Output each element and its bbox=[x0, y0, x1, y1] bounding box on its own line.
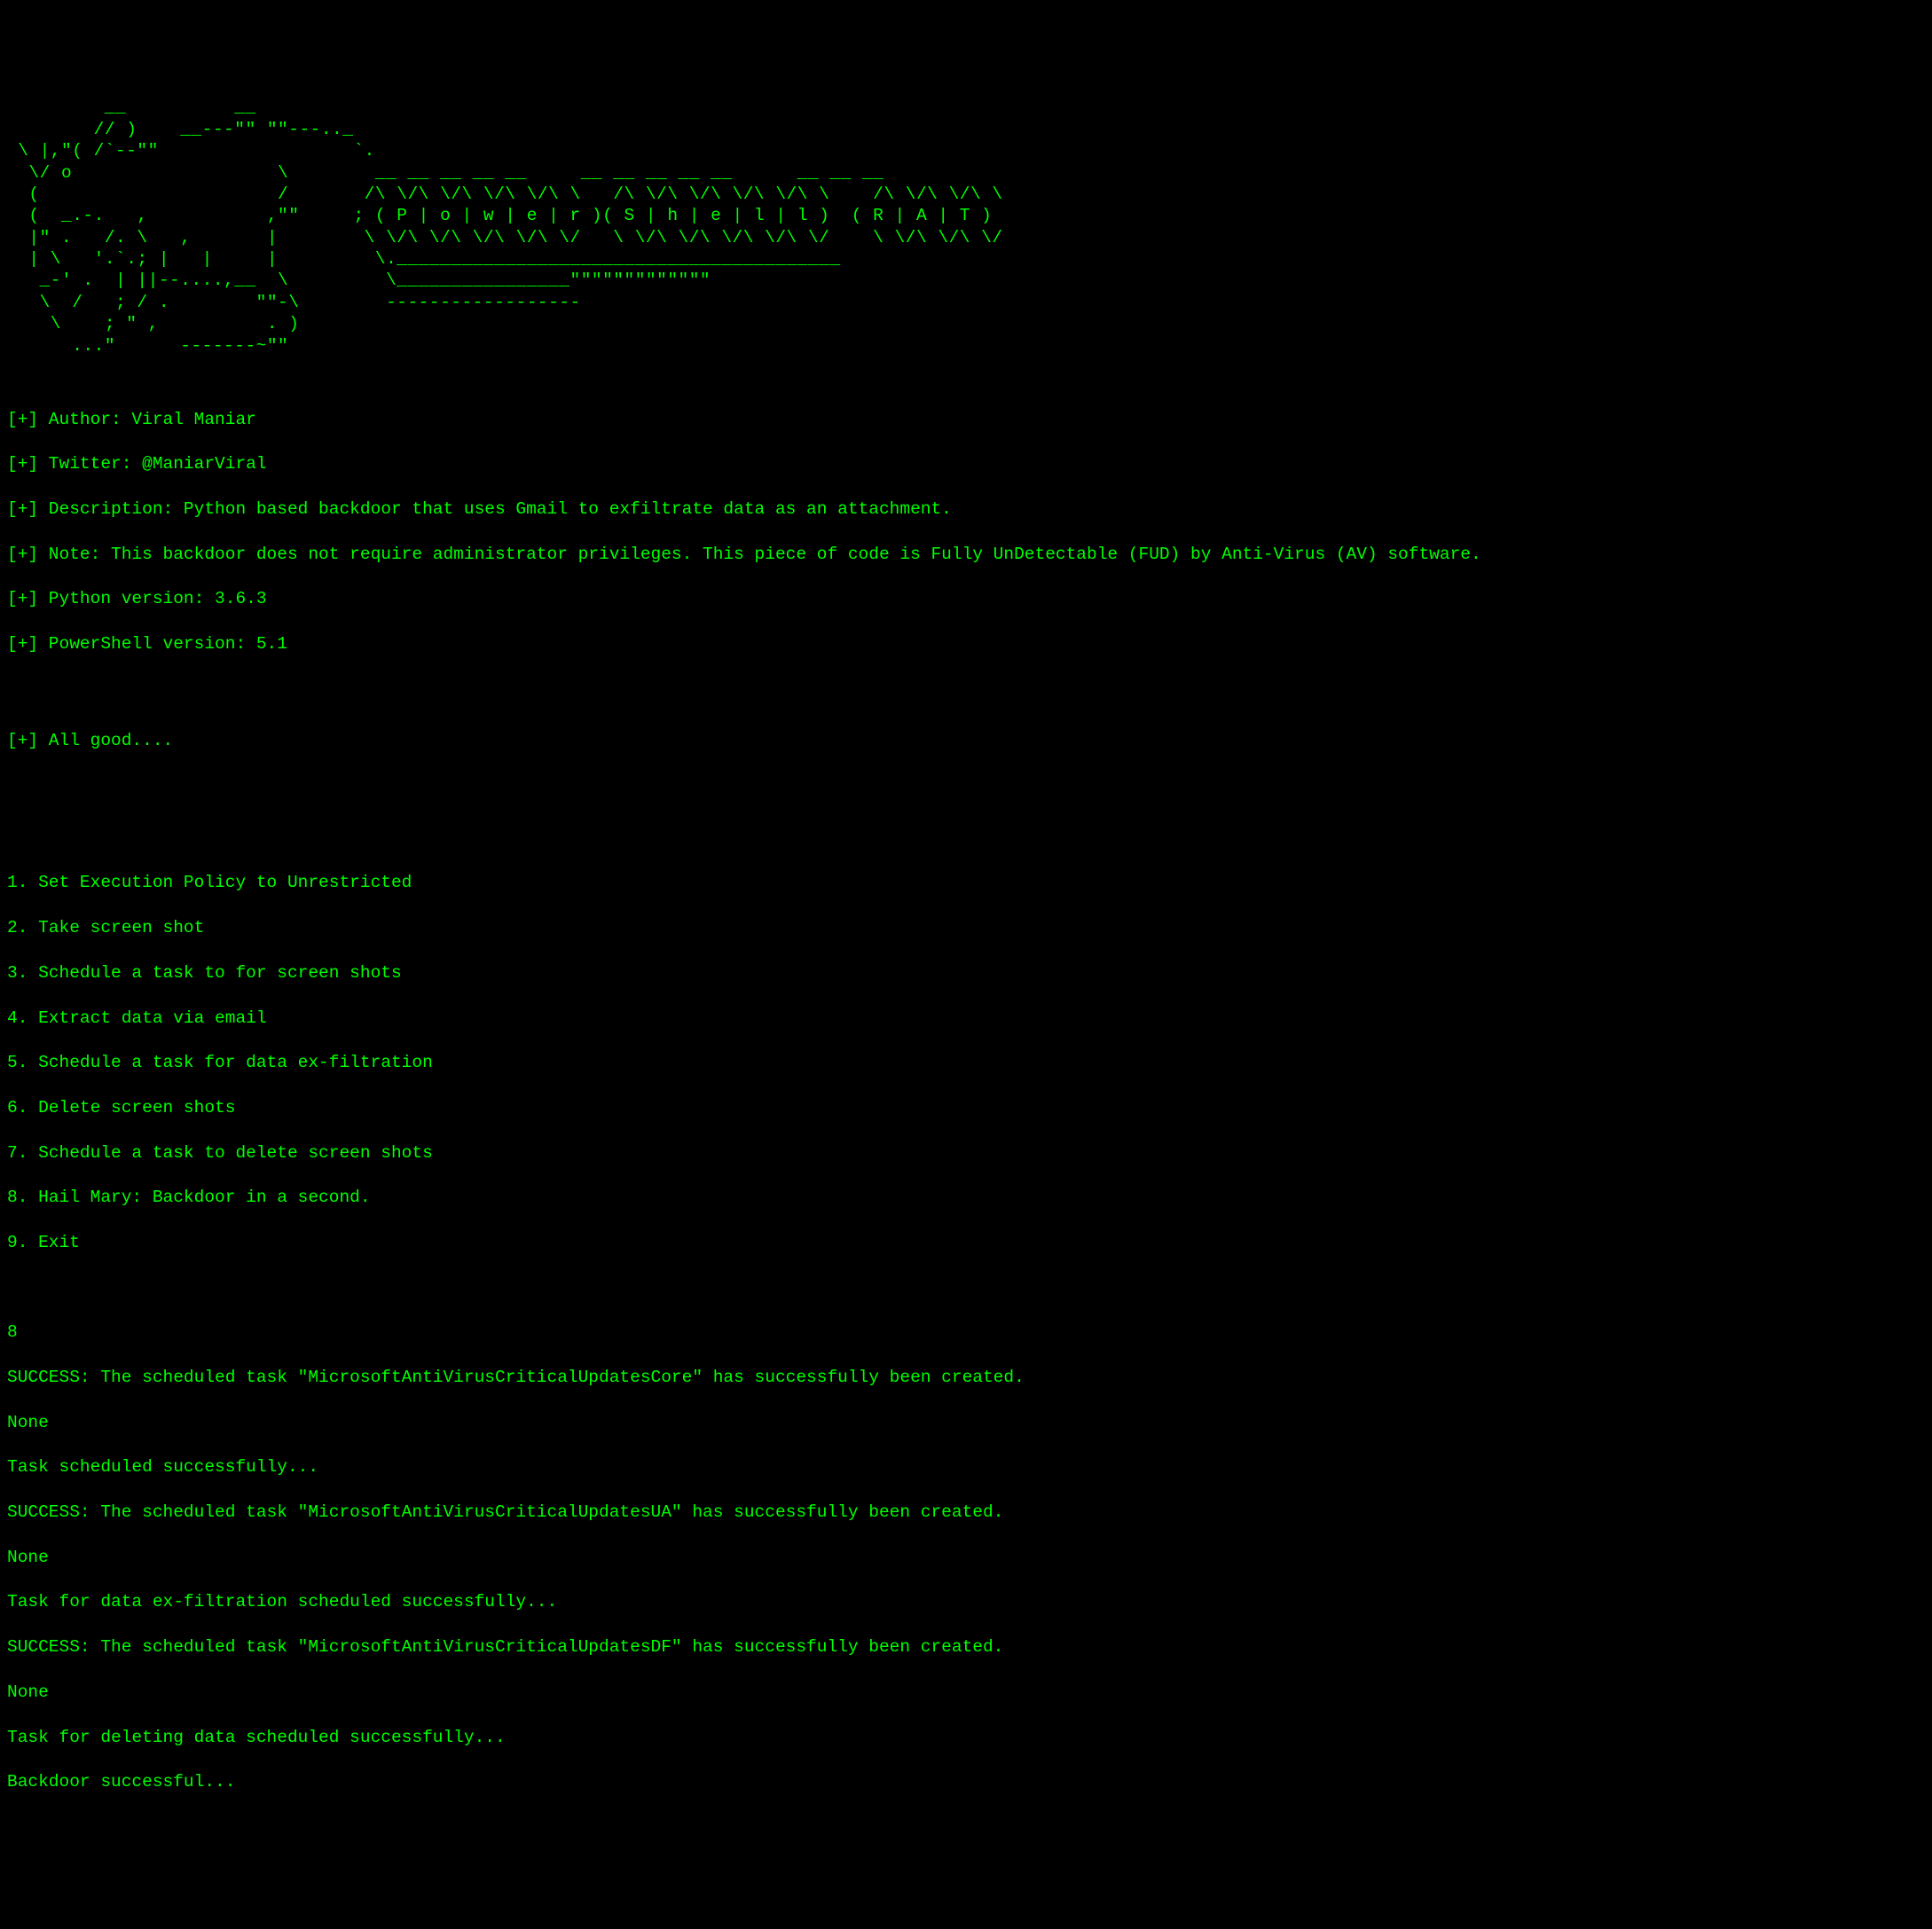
menu-item[interactable]: 3. Schedule a task to for screen shots bbox=[7, 962, 1925, 984]
info-line: [+] Description: Python based backdoor t… bbox=[7, 498, 1925, 521]
info-line: [+] PowerShell version: 5.1 bbox=[7, 633, 1925, 655]
menu-item[interactable]: 2. Take screen shot bbox=[7, 917, 1925, 939]
output-line: None bbox=[7, 1682, 1925, 1704]
info-line: [+] Note: This backdoor does not require… bbox=[7, 544, 1925, 566]
menu-section: 1. Set Execution Policy to Unrestricted … bbox=[7, 850, 1925, 1277]
output-line: Backdoor successful... bbox=[7, 1771, 1925, 1793]
output-line: SUCCESS: The scheduled task "MicrosoftAn… bbox=[7, 1502, 1925, 1524]
info-line: [+] Twitter: @ManiarViral bbox=[7, 453, 1925, 475]
blank-line bbox=[7, 797, 1925, 819]
menu-item[interactable]: 7. Schedule a task to delete screen shot… bbox=[7, 1142, 1925, 1164]
output-line: SUCCESS: The scheduled task "MicrosoftAn… bbox=[7, 1636, 1925, 1658]
info-line: [+] Python version: 3.6.3 bbox=[7, 588, 1925, 610]
status-line: [+] All good.... bbox=[7, 730, 1925, 752]
menu-item[interactable]: 6. Delete screen shots bbox=[7, 1097, 1925, 1119]
menu-item[interactable]: 5. Schedule a task for data ex-filtratio… bbox=[7, 1052, 1925, 1074]
output-line: None bbox=[7, 1547, 1925, 1569]
user-input[interactable]: 8 bbox=[7, 1321, 1925, 1344]
status-section: [+] All good.... bbox=[7, 708, 1925, 775]
menu-item[interactable]: 4. Extract data via email bbox=[7, 1008, 1925, 1030]
info-section: [+] Author: Viral Maniar [+] Twitter: @M… bbox=[7, 386, 1925, 678]
output-line: Task scheduled successfully... bbox=[7, 1456, 1925, 1478]
output-line: Task for data ex-filtration scheduled su… bbox=[7, 1591, 1925, 1613]
info-line: [+] Author: Viral Maniar bbox=[7, 409, 1925, 431]
menu-item[interactable]: 9. Exit bbox=[7, 1232, 1925, 1254]
output-line: Task for deleting data scheduled success… bbox=[7, 1727, 1925, 1749]
output-section: 8 SUCCESS: The scheduled task "Microsoft… bbox=[7, 1299, 1925, 1816]
menu-item[interactable]: 1. Set Execution Policy to Unrestricted bbox=[7, 872, 1925, 894]
menu-item[interactable]: 8. Hail Mary: Backdoor in a second. bbox=[7, 1187, 1925, 1209]
ascii-banner: __ __ // ) __---"" ""---.._ \ |,"( /`--"… bbox=[7, 97, 1925, 357]
output-line: SUCCESS: The scheduled task "MicrosoftAn… bbox=[7, 1367, 1925, 1389]
output-line: None bbox=[7, 1412, 1925, 1434]
